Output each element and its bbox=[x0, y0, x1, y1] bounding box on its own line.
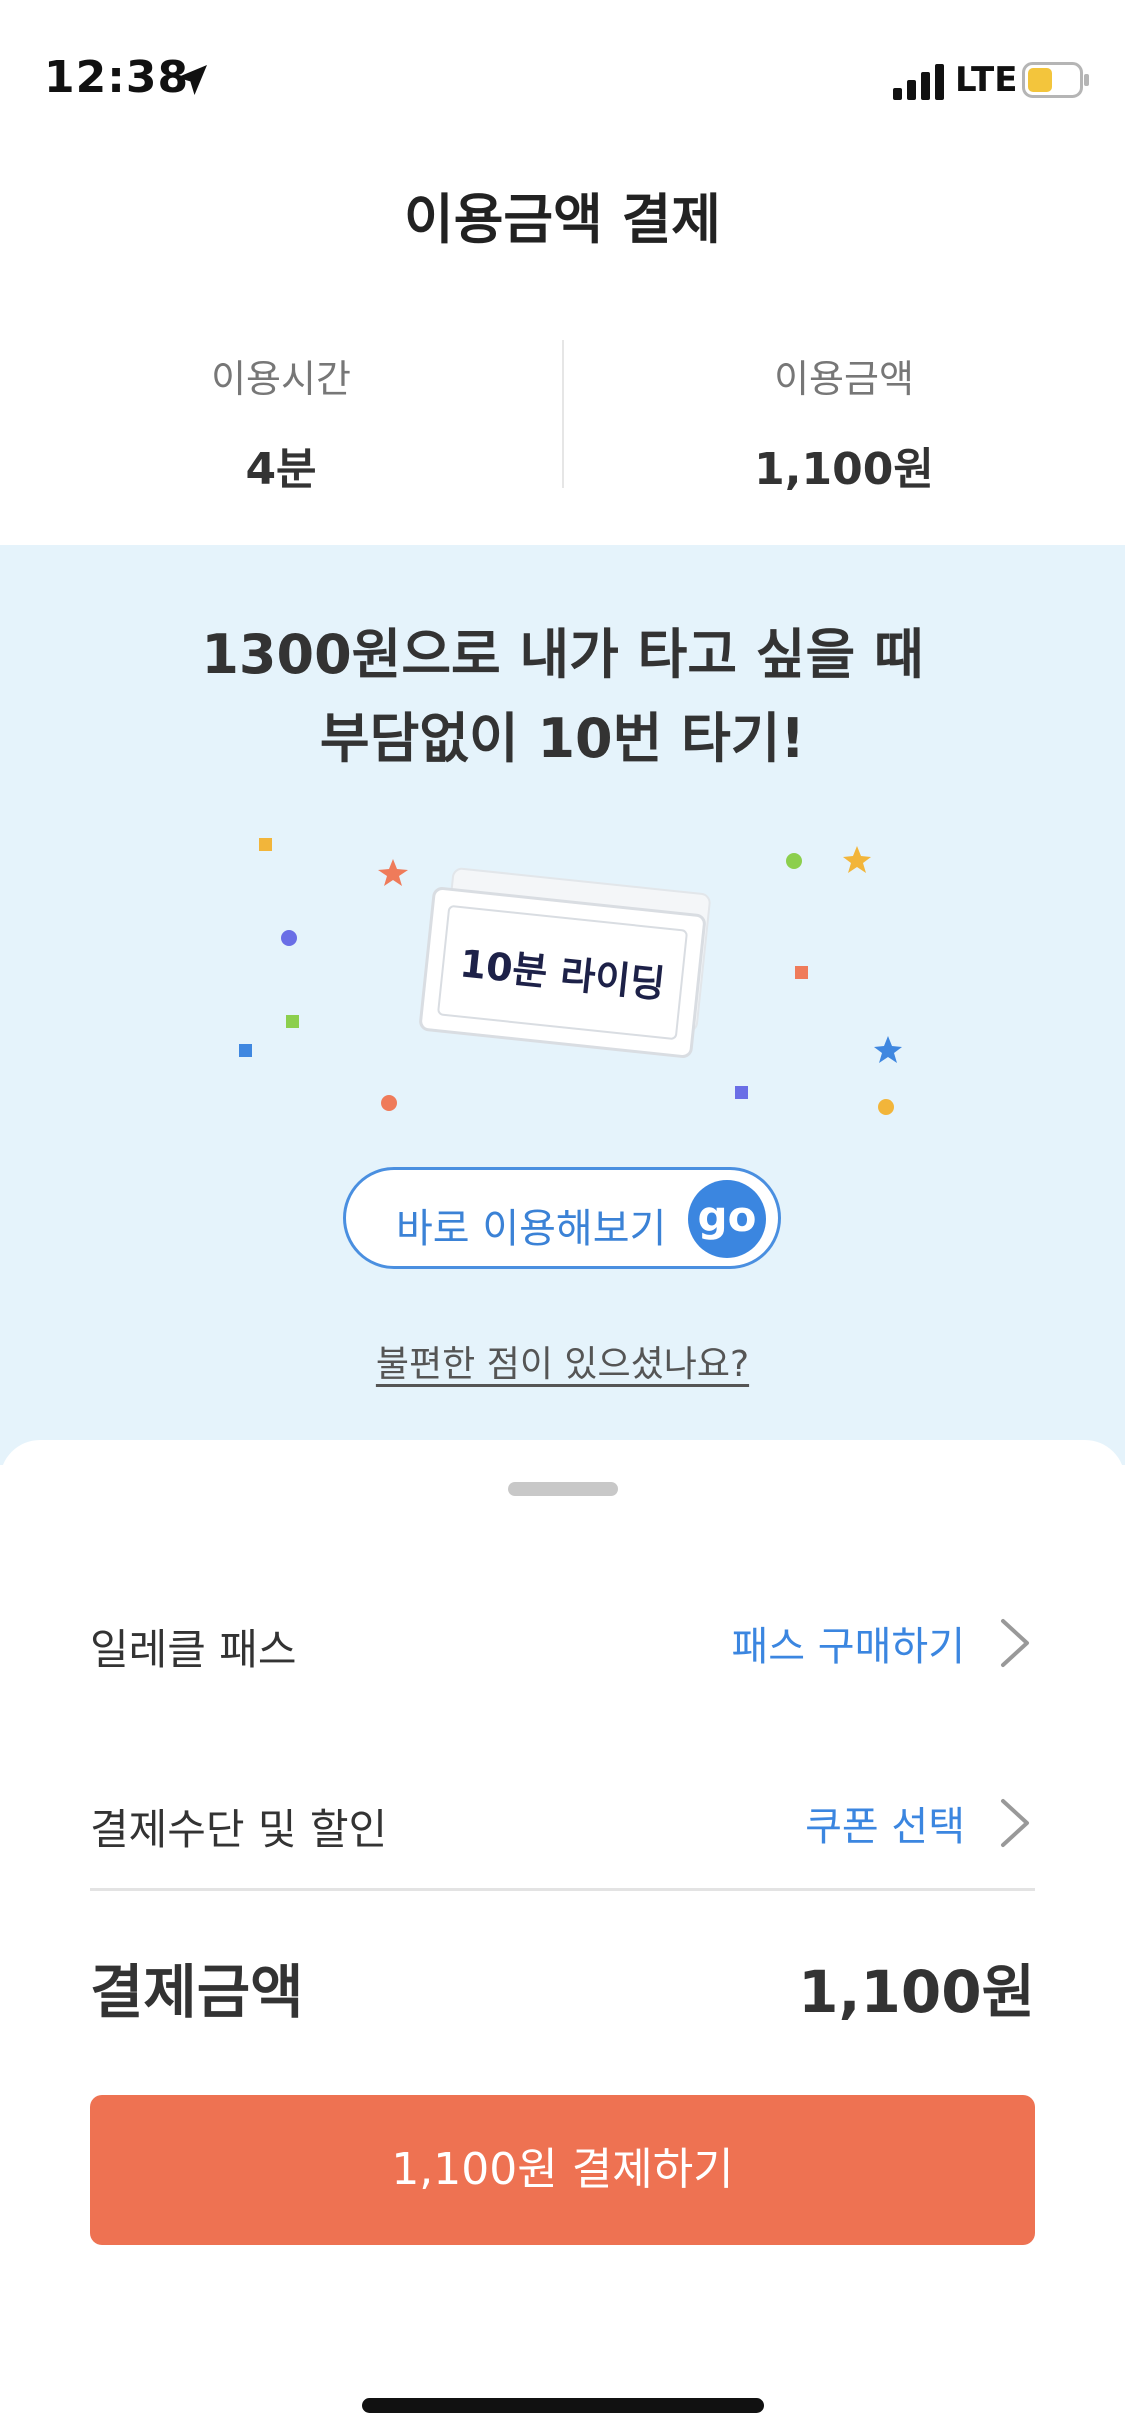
signal-icon bbox=[893, 64, 944, 100]
buy-pass-button[interactable]: 패스 구매하기 bbox=[731, 1614, 1035, 1672]
network-type: LTE bbox=[955, 60, 1018, 100]
usage-amount-label: 이용금액 bbox=[774, 357, 914, 401]
pass-row[interactable]: 일레클 패스 패스 구매하기 bbox=[90, 1600, 1035, 1680]
total-label: 결제금액 bbox=[90, 1958, 304, 2026]
pass-promo-banner: 1300원으로 내가 타고 싶을 때 부담없이 10번 타기! 10분 라이딩 … bbox=[0, 545, 1125, 1465]
feedback-link[interactable]: 불편한 점이 있으셨나요? bbox=[0, 1335, 1125, 1387]
usage-amount-value: 1,100원 bbox=[754, 444, 934, 495]
buy-pass-label: 패스 구매하기 bbox=[731, 1624, 965, 1670]
pass-label: 일레클 패스 bbox=[90, 1625, 297, 1674]
payment-method-row[interactable]: 결제수단 및 할인 쿠폰 선택 bbox=[90, 1780, 1035, 1860]
try-now-button[interactable]: 바로 이용해보기 go bbox=[343, 1167, 781, 1269]
chevron-right-icon bbox=[1001, 1619, 1029, 1667]
payment-method-label: 결제수단 및 할인 bbox=[90, 1805, 388, 1854]
usage-time: 이용시간 4분 bbox=[0, 340, 562, 497]
location-arrow-icon bbox=[177, 65, 207, 95]
ride-ticket-illustration: 10분 라이딩 bbox=[418, 886, 707, 1059]
status-time: 12:38 bbox=[44, 52, 190, 103]
status-bar: 12:38 LTE bbox=[0, 0, 1125, 150]
battery-icon bbox=[1022, 62, 1089, 98]
usage-time-value: 4분 bbox=[245, 444, 317, 495]
home-indicator bbox=[362, 2398, 764, 2413]
total-value: 1,100원 bbox=[798, 1958, 1035, 2026]
sheet-divider bbox=[90, 1888, 1035, 1891]
chevron-right-icon bbox=[1001, 1799, 1029, 1847]
payment-sheet: 일레클 패스 패스 구매하기 결제수단 및 할인 쿠폰 선택 결제금액 1,10… bbox=[0, 1440, 1125, 2436]
usage-amount: 이용금액 1,100원 bbox=[563, 340, 1125, 497]
pay-button[interactable]: 1,100원 결제하기 bbox=[90, 2095, 1035, 2245]
coupon-select-label: 쿠폰 선택 bbox=[805, 1804, 965, 1850]
usage-summary: 이용시간 4분 이용금액 1,100원 bbox=[0, 340, 1125, 495]
go-badge: go bbox=[688, 1180, 766, 1258]
sheet-drag-handle[interactable] bbox=[508, 1482, 618, 1496]
try-now-label: 바로 이용해보기 bbox=[396, 1206, 667, 1252]
coupon-select-button[interactable]: 쿠폰 선택 bbox=[805, 1794, 1035, 1852]
page-title: 이용금액 결제 bbox=[404, 188, 721, 251]
usage-time-label: 이용시간 bbox=[211, 357, 351, 401]
